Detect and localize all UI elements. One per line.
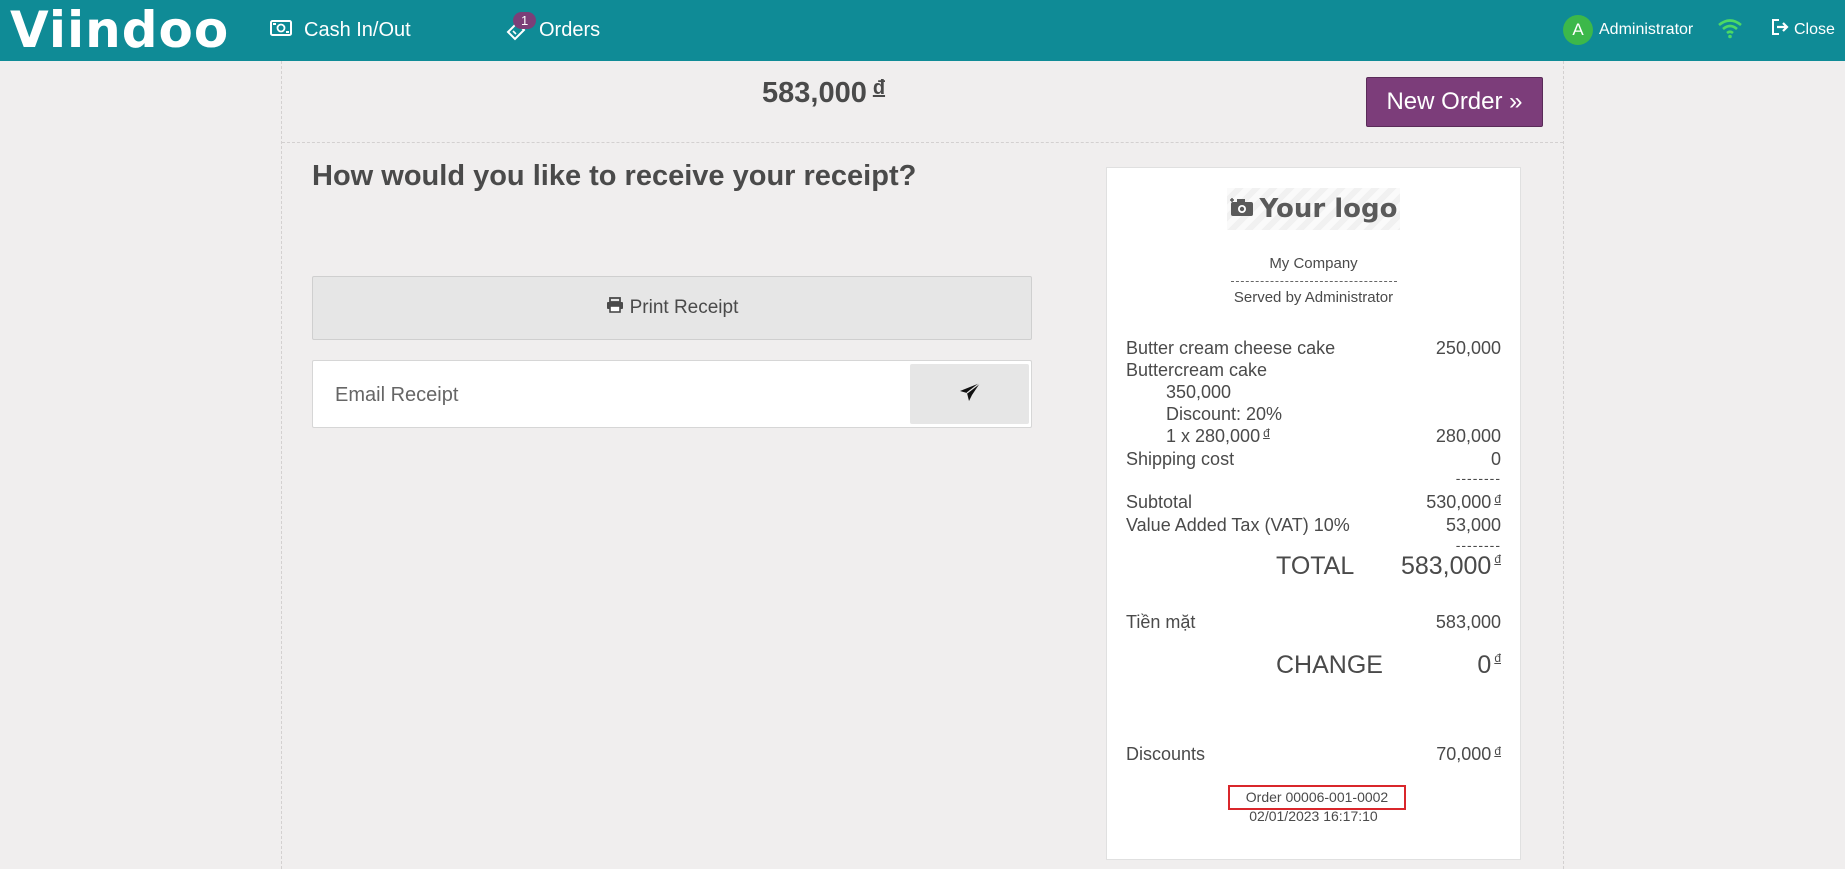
cash-in-out-button[interactable]: Cash In/Out — [270, 0, 411, 61]
separator — [1231, 281, 1397, 282]
print-receipt-label: Print Receipt — [629, 297, 739, 318]
total-label: TOTAL — [1276, 552, 1355, 580]
receipt-screen-header: 583,000 đ New Order » — [282, 61, 1563, 143]
receipt-question-heading: How would you like to receive your recei… — [312, 160, 917, 192]
paper-plane-icon — [959, 382, 981, 407]
order-total-value: 583,000 — [762, 77, 867, 109]
new-order-button[interactable]: New Order » — [1366, 77, 1543, 127]
receipt-line-qty: 1 x 280,000 đ 280,000 — [1166, 426, 1501, 446]
separator: -------- — [1455, 537, 1501, 553]
order-total-amount: 583,000 đ — [762, 77, 885, 110]
close-label: Close — [1794, 20, 1835, 38]
send-email-button[interactable] — [910, 364, 1029, 424]
print-receipt-button[interactable]: Print Receipt — [312, 276, 1032, 340]
order-datetime: 02/01/2023 16:17:10 — [1249, 808, 1378, 824]
email-receipt-form — [312, 360, 1032, 428]
user-menu[interactable]: A Administrator — [1563, 15, 1693, 45]
wifi-icon — [1717, 17, 1743, 44]
close-button[interactable]: Close — [1770, 18, 1835, 41]
company-name: My Company — [1269, 255, 1358, 272]
subtotal-line: Subtotal 530,000 đ — [1126, 492, 1501, 512]
receipt-screen: 583,000 đ New Order » How would you like … — [281, 61, 1564, 869]
receipt-line: Buttercream cake — [1126, 360, 1268, 380]
user-name: Administrator — [1599, 21, 1694, 38]
avatar: A — [1563, 15, 1593, 45]
receipt-line: Butter cream cheese cake 250,000 — [1126, 338, 1501, 358]
print-icon — [606, 297, 630, 319]
discounts-line: Discounts 70,000 đ — [1126, 744, 1501, 764]
separator: -------- — [1455, 470, 1501, 486]
cash-in-out-label: Cash In/Out — [304, 19, 411, 41]
sign-out-icon — [1770, 18, 1794, 41]
receipt-line-detail: 350,000 — [1166, 382, 1232, 402]
cash-icon — [270, 19, 304, 42]
currency-symbol: đ — [872, 77, 886, 99]
total-value: 583,000 đ — [1400, 552, 1501, 580]
payment-line: Tiền mặt 583,000 — [1126, 612, 1501, 632]
order-reference: Order 00006-001-0002 — [1228, 785, 1406, 810]
served-by: Served by Administrator — [1233, 289, 1394, 306]
top-bar: Viindoo Cash In/Out 1 Orders A Administr… — [0, 0, 1845, 61]
receipt-line-discount: Discount: 20% — [1166, 404, 1283, 424]
orders-count-badge: 1 — [513, 12, 537, 29]
brand-logo: Viindoo — [10, 1, 230, 59]
logo-text: Your logo — [1259, 194, 1398, 224]
orders-button[interactable]: 1 Orders — [505, 0, 600, 61]
change-value: 0đ — [1477, 651, 1501, 679]
email-receipt-input[interactable] — [333, 379, 897, 411]
receipt-preview: Your logo My Company Served by Administr… — [1106, 167, 1521, 860]
change-label: CHANGE — [1276, 651, 1383, 679]
orders-label: Orders — [539, 19, 601, 41]
tax-line: Value Added Tax (VAT) 10% 53,000 — [1126, 515, 1501, 535]
receipt-line: Shipping cost 0 — [1126, 449, 1501, 469]
camera-icon — [1229, 194, 1260, 224]
company-logo-placeholder: Your logo — [1227, 188, 1400, 230]
